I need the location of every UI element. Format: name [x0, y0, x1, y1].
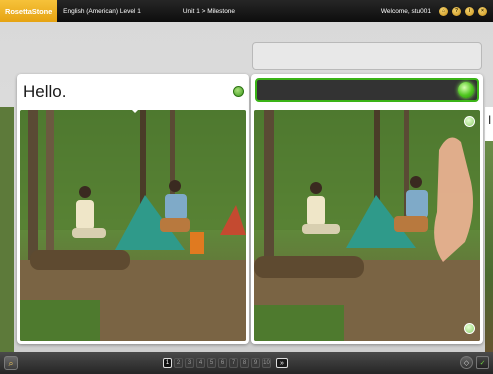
answer-slot — [252, 42, 482, 70]
bottom-bar: ⌕ 1 2 3 4 5 6 7 8 9 10 » ◇ ✓ — [0, 352, 493, 374]
magnify-icon[interactable]: ⌕ — [4, 356, 18, 370]
image-select-icon[interactable] — [464, 323, 475, 334]
next-card-edge[interactable]: I — [485, 107, 493, 352]
top-icon-group: ⌂ ? i × — [439, 6, 487, 16]
page-10[interactable]: 10 — [262, 358, 271, 368]
next-page-button[interactable]: » — [276, 358, 288, 368]
page-2[interactable]: 2 — [174, 358, 183, 368]
page-6[interactable]: 6 — [218, 358, 227, 368]
page-3[interactable]: 3 — [185, 358, 194, 368]
prompt-photo — [20, 110, 246, 341]
next-card-photo — [485, 141, 493, 352]
speech-input-bar[interactable] — [255, 78, 479, 102]
top-bar: RosettaStone English (American) Level 1 … — [0, 0, 493, 22]
page-9[interactable]: 9 — [251, 358, 260, 368]
speaker-icon[interactable] — [233, 86, 244, 97]
breadcrumb: Unit 1 > Milestone — [182, 7, 236, 15]
bottom-right-icons: ◇ ✓ — [460, 356, 489, 369]
response-photo — [254, 110, 480, 341]
microphone-indicator-icon[interactable] — [458, 82, 474, 98]
course-title: English (American) Level 1 — [63, 7, 141, 15]
image-option-icon[interactable] — [464, 116, 475, 127]
welcome-text: Welcome, stu001 — [380, 7, 431, 15]
arrow-icon[interactable]: ◇ — [460, 356, 473, 369]
prompt-card-pointer — [129, 107, 141, 113]
rosetta-stone-logo: RosettaStone — [0, 0, 58, 22]
check-icon[interactable]: ✓ — [476, 356, 489, 369]
prompt-text: Hello. — [23, 82, 67, 101]
response-card[interactable] — [251, 74, 483, 344]
pager: 1 2 3 4 5 6 7 8 9 10 » — [163, 358, 288, 368]
previous-card-edge[interactable] — [0, 107, 14, 352]
page-1[interactable]: 1 — [163, 358, 172, 368]
close-icon[interactable]: × — [478, 6, 487, 16]
page-5[interactable]: 5 — [207, 358, 216, 368]
page-7[interactable]: 7 — [229, 358, 238, 368]
info-icon[interactable]: i — [465, 6, 474, 16]
page-8[interactable]: 8 — [240, 358, 249, 368]
lesson-stage: I Hello. — [0, 22, 493, 352]
page-4[interactable]: 4 — [196, 358, 205, 368]
home-icon[interactable]: ⌂ — [439, 6, 448, 16]
prompt-card[interactable]: Hello. — [17, 74, 249, 344]
help-icon[interactable]: ? — [452, 6, 461, 16]
next-card-text: I — [488, 113, 492, 127]
